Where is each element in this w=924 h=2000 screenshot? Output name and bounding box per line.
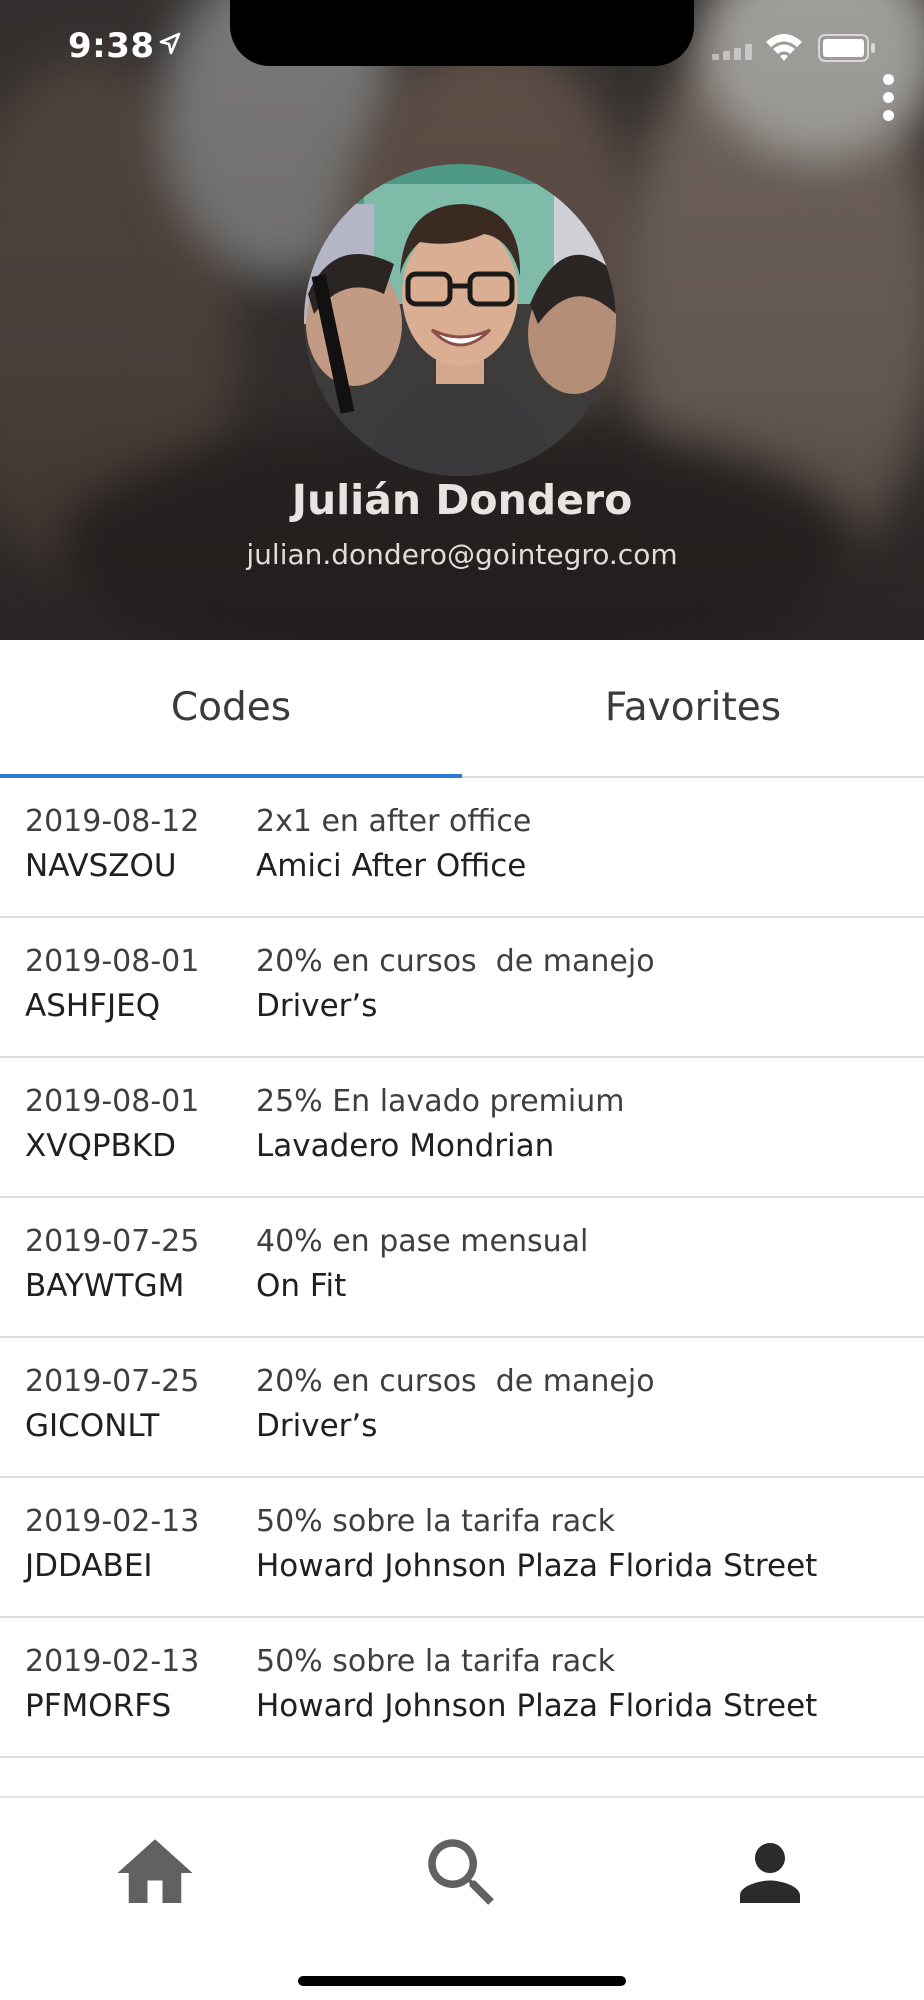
device-notch [230, 0, 694, 66]
list-item[interactable]: 2019-02-13 PFMORFS 50% sobre la tarifa r… [0, 1618, 924, 1758]
cellular-signal-icon [712, 44, 754, 64]
avatar[interactable] [304, 164, 616, 476]
code-value: BAYWTGM [25, 1268, 185, 1304]
list-item[interactable]: 2019-08-12 NAVSZOU 2x1 en after office A… [0, 778, 924, 918]
home-indicator[interactable] [298, 1976, 626, 1986]
wifi-icon [764, 32, 804, 66]
code-value: JDDABEI [25, 1548, 153, 1584]
benefit-description: 50% sobre la tarifa rack [256, 1644, 616, 1679]
code-value: GICONLT [25, 1408, 160, 1444]
bottom-navigation [0, 1796, 924, 2000]
merchant-name: Howard Johnson Plaza Florida Street [256, 1688, 818, 1724]
code-value: ASHFJEQ [25, 988, 161, 1024]
benefit-description: 20% en cursos de manejo [256, 944, 655, 979]
merchant-name: Howard Johnson Plaza Florida Street [256, 1548, 818, 1584]
battery-icon [818, 34, 876, 66]
code-value: NAVSZOU [25, 848, 177, 884]
tab-favorites-label: Favorites [604, 685, 782, 730]
code-date: 2019-02-13 [25, 1644, 200, 1679]
person-icon [725, 1843, 815, 1922]
benefit-description: 50% sobre la tarifa rack [256, 1504, 616, 1539]
home-icon [110, 1839, 200, 1922]
profile-header: 9:38 Julián Dondero julian.dondero@goint… [0, 0, 924, 640]
more-options-button[interactable] [868, 70, 908, 126]
tab-bar: Codes Favorites [0, 640, 924, 778]
more-options-dot [883, 110, 894, 121]
code-value: XVQPBKD [25, 1128, 177, 1164]
code-value: PFMORFS [25, 1688, 172, 1724]
merchant-name: Lavadero Mondrian [256, 1128, 555, 1164]
list-item-partial[interactable] [0, 1758, 924, 1796]
list-item[interactable]: 2019-08-01 XVQPBKD 25% En lavado premium… [0, 1058, 924, 1198]
codes-list[interactable]: 2019-08-12 NAVSZOU 2x1 en after office A… [0, 778, 924, 1796]
list-item[interactable]: 2019-08-01 ASHFJEQ 20% en cursos de mane… [0, 918, 924, 1058]
merchant-name: Amici After Office [256, 848, 527, 884]
code-date: 2019-07-25 [25, 1224, 200, 1259]
merchant-name: Driver’s [256, 988, 378, 1024]
code-date: 2019-02-13 [25, 1504, 200, 1539]
code-date: 2019-08-12 [25, 804, 200, 839]
benefit-description: 20% en cursos de manejo [256, 1364, 655, 1399]
tab-codes-label: Codes [170, 685, 292, 730]
code-date: 2019-07-25 [25, 1364, 200, 1399]
profile-name: Julián Dondero [291, 476, 633, 524]
more-options-dot [883, 92, 894, 103]
benefit-description: 25% En lavado premium [256, 1084, 625, 1119]
code-date: 2019-08-01 [25, 944, 200, 979]
list-item[interactable]: 2019-07-25 BAYWTGM 40% en pase mensual O… [0, 1198, 924, 1338]
status-time: 9:38 [68, 26, 155, 66]
nav-search-button[interactable] [417, 1828, 507, 1918]
list-item[interactable]: 2019-07-25 GICONLT 20% en cursos de mane… [0, 1338, 924, 1478]
benefit-description: 2x1 en after office [256, 804, 532, 839]
location-arrow-icon [158, 32, 182, 60]
code-date: 2019-08-01 [25, 1084, 200, 1119]
merchant-name: On Fit [256, 1268, 347, 1304]
profile-email: julian.dondero@gointegro.com [246, 538, 678, 571]
tab-favorites[interactable]: Favorites [462, 640, 924, 776]
more-options-dot [883, 74, 894, 85]
search-icon [417, 1839, 507, 1922]
tab-codes[interactable]: Codes [0, 640, 462, 776]
benefit-description: 40% en pase mensual [256, 1224, 589, 1259]
nav-home-button[interactable] [110, 1828, 200, 1918]
nav-profile-button[interactable] [725, 1828, 815, 1918]
profile-screen: 9:38 Julián Dondero julian.dondero@goint… [0, 0, 924, 2000]
merchant-name: Driver’s [256, 1408, 378, 1444]
list-item[interactable]: 2019-02-13 JDDABEI 50% sobre la tarifa r… [0, 1478, 924, 1618]
